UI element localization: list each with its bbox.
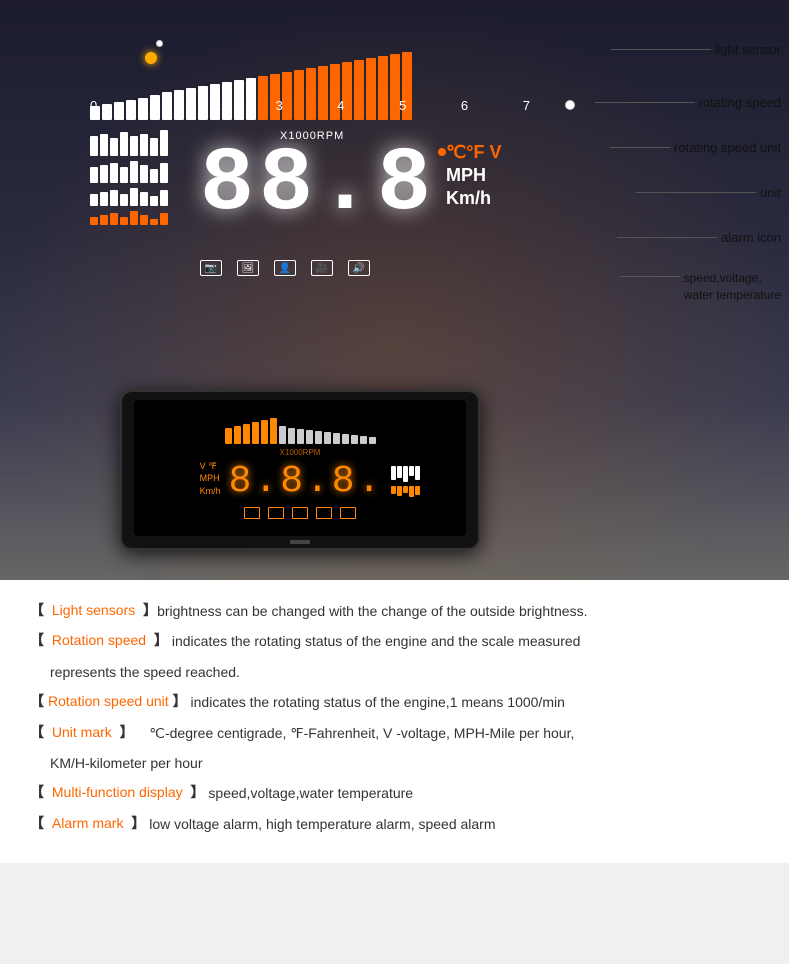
info-row-2: 【 Rotation speed unit 】 indicates the ro… bbox=[30, 691, 759, 713]
person-icon: 👤 bbox=[279, 263, 291, 274]
rpm-5: 5 bbox=[399, 98, 406, 113]
device-units: V ℉ MPH Km/h bbox=[200, 460, 221, 498]
label-rotation-speed: Rotation speed bbox=[52, 630, 146, 651]
light-sensor-small-dot bbox=[156, 40, 163, 47]
usb-port bbox=[290, 540, 310, 544]
image-icon: 🖼 bbox=[242, 263, 255, 274]
device-digits: 8.8.8. bbox=[229, 460, 384, 503]
bracket-close-1: 】 bbox=[150, 630, 168, 651]
label-alarm-mark: Alarm mark bbox=[52, 813, 124, 834]
rpm-3: 3 bbox=[275, 98, 282, 113]
annotation-rotating-speed-unit: rotating speed unit bbox=[610, 140, 781, 155]
bracket-close-4: 】 bbox=[187, 782, 205, 803]
bracket-close-3: 】 bbox=[116, 722, 134, 743]
bracket-open-3: 【 bbox=[30, 722, 48, 743]
unit-column: ℃°F V MPH Km/h bbox=[446, 142, 501, 209]
info-row-1b: represents the speed reached. bbox=[30, 661, 759, 683]
label-multi-function: Multi-function display bbox=[52, 782, 183, 803]
equalizer-bars bbox=[90, 130, 168, 225]
annotation-speed-voltage: speed,voltage,water temperature bbox=[620, 270, 781, 304]
info-row-1: 【 Rotation speed 】 indicates the rotatin… bbox=[30, 630, 759, 652]
rpm-numbers: 0 1 2 3 4 5 6 7 bbox=[90, 98, 530, 113]
dev-icon-2 bbox=[268, 507, 284, 519]
light-sensor-indicator bbox=[145, 52, 157, 64]
bracket-open-4: 【 bbox=[30, 782, 48, 803]
annotation-unit: unit bbox=[636, 185, 781, 200]
device-bottom-icons bbox=[244, 507, 356, 519]
annotation-light-sensor: light sensor bbox=[611, 42, 781, 57]
desc-2: indicates the rotating status of the eng… bbox=[187, 691, 565, 713]
desc-0: brightness can be changed with the chang… bbox=[157, 600, 587, 622]
kmh-unit: Km/h bbox=[446, 188, 501, 209]
temp-unit: ℃°F V bbox=[446, 142, 501, 163]
info-row-3b: KM/H-kilometer per hour bbox=[30, 752, 759, 774]
hud-display-image: 0 1 2 3 4 5 6 7 X1000RPM bbox=[0, 0, 789, 580]
sound-icon: 🔊 bbox=[353, 263, 365, 274]
bracket-close-0: 】 bbox=[139, 600, 157, 621]
desc-3a: ℃-degree centigrade, ℉-Fahrenheit, V -vo… bbox=[134, 722, 575, 744]
bracket-open-2: 【 bbox=[30, 691, 44, 712]
physical-device: X1000RPM V ℉ MPH Km/h 8.8.8. bbox=[120, 390, 480, 550]
main-speed-display: 88.8 ℃°F V MPH Km/h bbox=[200, 140, 501, 230]
rpm-0: 0 bbox=[90, 98, 97, 113]
device-main-row: V ℉ MPH Km/h 8.8.8. bbox=[138, 460, 462, 503]
annotation-alarm-icon: alarm icon bbox=[617, 230, 781, 245]
label-rotation-speed-unit: Rotation speed unit bbox=[48, 691, 169, 712]
annotation-rotating-speed: rotating speed bbox=[595, 95, 781, 110]
bracket-close-2: 】 bbox=[173, 691, 187, 712]
camera-icon: 📷 bbox=[205, 263, 217, 274]
mph-unit: MPH bbox=[446, 165, 501, 186]
rpm-2: 2 bbox=[214, 98, 221, 113]
hud-projection: 0 1 2 3 4 5 6 7 X1000RPM bbox=[80, 20, 560, 340]
rpm-6: 6 bbox=[461, 98, 468, 113]
device-x1000rpm: X1000RPM bbox=[280, 448, 321, 457]
rpm-7: 7 bbox=[523, 98, 530, 113]
desc-3b: KM/H-kilometer per hour bbox=[50, 752, 203, 774]
bottom-info-section: 【 Light sensors 】 brightness can be chan… bbox=[0, 580, 789, 863]
info-row-5: 【 Alarm mark 】 low voltage alarm, high t… bbox=[30, 813, 759, 835]
info-row-0: 【 Light sensors 】 brightness can be chan… bbox=[30, 600, 759, 622]
info-row-4: 【 Multi-function display 】 speed,voltage… bbox=[30, 782, 759, 804]
desc-1: indicates the rotating status of the eng… bbox=[168, 630, 581, 652]
device-equalizer bbox=[391, 466, 420, 497]
label-unit-mark: Unit mark bbox=[52, 722, 112, 743]
speed-digits: 88.8 bbox=[200, 140, 436, 230]
rpm-4: 4 bbox=[337, 98, 344, 113]
bracket-open-1: 【 bbox=[30, 630, 48, 651]
label-light-sensors: Light sensors bbox=[52, 600, 135, 621]
rpm-1: 1 bbox=[152, 98, 159, 113]
hud-icon-row: 📷 🖼 👤 🎥 🔊 bbox=[200, 260, 370, 276]
bracket-open-5: 【 bbox=[30, 813, 48, 834]
desc-5: low voltage alarm, high temperature alar… bbox=[145, 813, 495, 835]
dev-icon-1 bbox=[244, 507, 260, 519]
dev-icon-3 bbox=[292, 507, 308, 519]
dev-icon-4 bbox=[316, 507, 332, 519]
device-screen: X1000RPM V ℉ MPH Km/h 8.8.8. bbox=[134, 400, 466, 536]
bracket-open-0: 【 bbox=[30, 600, 48, 621]
info-row-3: 【 Unit mark 】 ℃-degree centigrade, ℉-Fah… bbox=[30, 722, 759, 744]
video-icon: 🎥 bbox=[316, 263, 328, 274]
bracket-close-5: 】 bbox=[127, 813, 145, 834]
desc-1b: represents the speed reached. bbox=[50, 661, 240, 683]
dev-icon-5 bbox=[340, 507, 356, 519]
rotating-speed-dot bbox=[565, 100, 575, 110]
unit-dot bbox=[438, 148, 446, 156]
device-rpm-row bbox=[138, 418, 462, 444]
desc-4: speed,voltage,water temperature bbox=[205, 782, 414, 804]
